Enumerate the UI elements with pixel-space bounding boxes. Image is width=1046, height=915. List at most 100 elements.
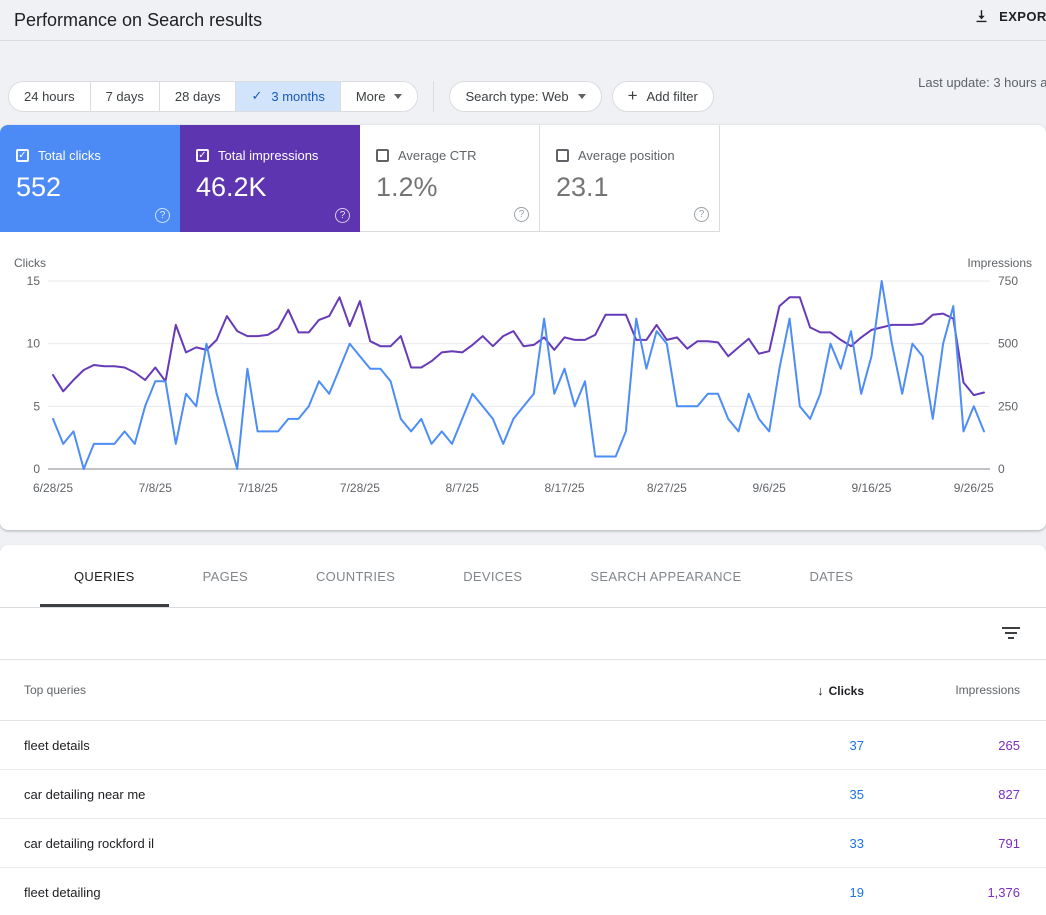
performance-chart[interactable]: 0 5 10 15 0 250 500 750 Clicks Impressions 6/28/25… [0, 232, 1046, 530]
x-axis-tick: 7/18/25 [238, 481, 278, 495]
left-axis-tick: 5 [33, 399, 40, 413]
total-impressions-checkbox[interactable]: ✓ [196, 149, 209, 162]
x-axis-tick: 6/28/25 [33, 481, 73, 495]
total-clicks-checkbox[interactable]: ✓ [16, 149, 29, 162]
sort-descending-icon: ↓ [817, 682, 824, 698]
filter-separator [433, 80, 435, 112]
metric-label: Total clicks [38, 148, 101, 163]
metric-value: 23.1 [556, 172, 609, 202]
left-axis-tick: 0 [33, 462, 40, 476]
metrics-row: ✓ Total clicks 552? ✓ Total impressions 46.2K… [0, 125, 1046, 232]
tab-pages[interactable]: PAGES [169, 545, 282, 607]
x-axis-tick: 9/16/25 [851, 481, 891, 495]
date-range-label: More [355, 88, 386, 104]
metric-card-top: Average position [556, 148, 703, 163]
help-icon[interactable]: ? [514, 207, 529, 222]
left-axis-title: Clicks [14, 256, 46, 270]
tab-label: QUERIES [74, 568, 135, 584]
export-label: EXPORT [999, 9, 1046, 24]
query-cell: car detailing near me [24, 786, 146, 802]
impressions-header[interactable]: Impressions [864, 683, 1020, 697]
x-axis-tick: 7/8/25 [139, 481, 173, 495]
help-icon[interactable]: ? [155, 208, 170, 223]
top-queries-header[interactable]: Top queries [24, 683, 744, 697]
dimensions-panel: QUERIES PAGES COUNTRIES DEVICES SEARCH APPEA… [0, 545, 1046, 915]
table-toolbar [0, 608, 1046, 660]
metric-card-average-position[interactable]: Average position 23.1? [540, 125, 720, 232]
check-icon: ✓ [251, 88, 263, 103]
metric-card-top: ✓ Total impressions [196, 148, 344, 163]
right-axis-tick: 0 [998, 462, 1005, 476]
impressions-cell: 1,376 [987, 884, 1020, 900]
date-range-label: 7 days [105, 88, 144, 104]
metric-card-total-clicks[interactable]: ✓ Total clicks 552? [0, 125, 180, 232]
metric-value: 1.2% [376, 172, 438, 202]
date-range-more[interactable]: More [340, 81, 418, 111]
table-row[interactable]: car detailing rockford il 33 791 [0, 819, 1046, 868]
left-axis-tick: 15 [27, 274, 41, 288]
page-title: Performance on Search results [14, 9, 263, 30]
last-update-text: Last update: 3 hours ago [918, 75, 1046, 90]
tab-label: SEARCH APPEARANCE [590, 568, 742, 584]
average-ctr-checkbox[interactable] [376, 149, 389, 162]
metric-card-total-impressions[interactable]: ✓ Total impressions 46.2K? [180, 125, 360, 232]
metric-value: 46.2K [196, 172, 267, 202]
tab-countries[interactable]: COUNTRIES [282, 545, 429, 607]
impressions-cell: 791 [998, 835, 1020, 851]
add-filter-label: Add filter [646, 88, 698, 104]
table-header-row: Top queries ↓ Clicks Impressions [0, 660, 1046, 721]
clicks-cell: 35 [849, 786, 864, 802]
date-range-7-days[interactable]: 7 days [90, 81, 160, 111]
active-tab-underline [40, 604, 169, 607]
date-range-label: 28 days [174, 88, 221, 104]
clicks-cell: 19 [849, 884, 864, 900]
metric-label: Average CTR [398, 148, 477, 163]
search-type-chip[interactable]: Search type: Web [449, 80, 602, 112]
query-cell: car detailing rockford il [24, 835, 155, 851]
tab-queries[interactable]: QUERIES [40, 545, 169, 607]
plus-icon: + [627, 86, 638, 105]
table-row[interactable]: car detailing near me 35 827 [0, 770, 1046, 819]
tab-search-appearance[interactable]: SEARCH APPEARANCE [556, 545, 775, 607]
impressions-cell: 265 [998, 737, 1020, 753]
query-cell: fleet detailing [24, 884, 101, 900]
metric-label: Total impressions [218, 148, 319, 163]
date-range-group: 24 hours 7 days 28 days ✓ 3 months More [8, 80, 419, 112]
add-filter-chip[interactable]: + Add filter [611, 80, 714, 112]
table-row[interactable]: fleet details 37 265 [0, 721, 1046, 770]
tab-label: DATES [809, 568, 854, 584]
download-icon [973, 8, 990, 25]
date-range-3-months[interactable]: ✓ 3 months [236, 81, 341, 111]
metric-value: 552 [16, 172, 62, 202]
right-axis-tick: 500 [998, 337, 1018, 351]
average-position-checkbox[interactable] [556, 149, 569, 162]
query-cell: fleet details [24, 737, 90, 753]
date-range-label: 24 hours [24, 88, 75, 104]
impressions-cell: 827 [998, 786, 1020, 802]
export-button[interactable]: EXPORT [973, 8, 1046, 25]
help-icon[interactable]: ? [335, 208, 350, 223]
date-range-24-hours[interactable]: 24 hours [9, 81, 91, 111]
x-axis-tick: 8/7/25 [446, 481, 480, 495]
right-axis-tick: 250 [998, 399, 1018, 413]
right-axis-tick: 750 [998, 274, 1018, 288]
help-icon[interactable]: ? [694, 207, 709, 222]
tab-label: PAGES [202, 568, 248, 584]
tab-label: DEVICES [463, 568, 523, 584]
dimension-tabs: QUERIES PAGES COUNTRIES DEVICES SEARCH APPEA… [0, 545, 1046, 608]
x-axis-tick: 8/17/25 [545, 481, 585, 495]
date-range-28-days[interactable]: 28 days [159, 81, 237, 111]
tab-devices[interactable]: DEVICES [429, 545, 556, 607]
metric-card-average-ctr[interactable]: Average CTR 1.2%? [360, 125, 540, 232]
clicks-line [52, 280, 985, 470]
tab-dates[interactable]: DATES [775, 545, 887, 607]
filter-list-icon[interactable] [1002, 627, 1020, 642]
tab-label: COUNTRIES [315, 568, 396, 584]
metric-card-top: Average CTR [376, 148, 523, 163]
filter-bar: 24 hours 7 days 28 days ✓ 3 months More Searc… [0, 41, 1046, 125]
table-row[interactable]: fleet detailing 19 1,376 [0, 868, 1046, 915]
metric-label: Average position [578, 148, 675, 163]
x-axis-tick: 9/26/25 [954, 481, 994, 495]
table-body: fleet details 37 265 car detailing near me 3… [0, 721, 1046, 915]
clicks-header[interactable]: ↓ Clicks [744, 683, 864, 698]
